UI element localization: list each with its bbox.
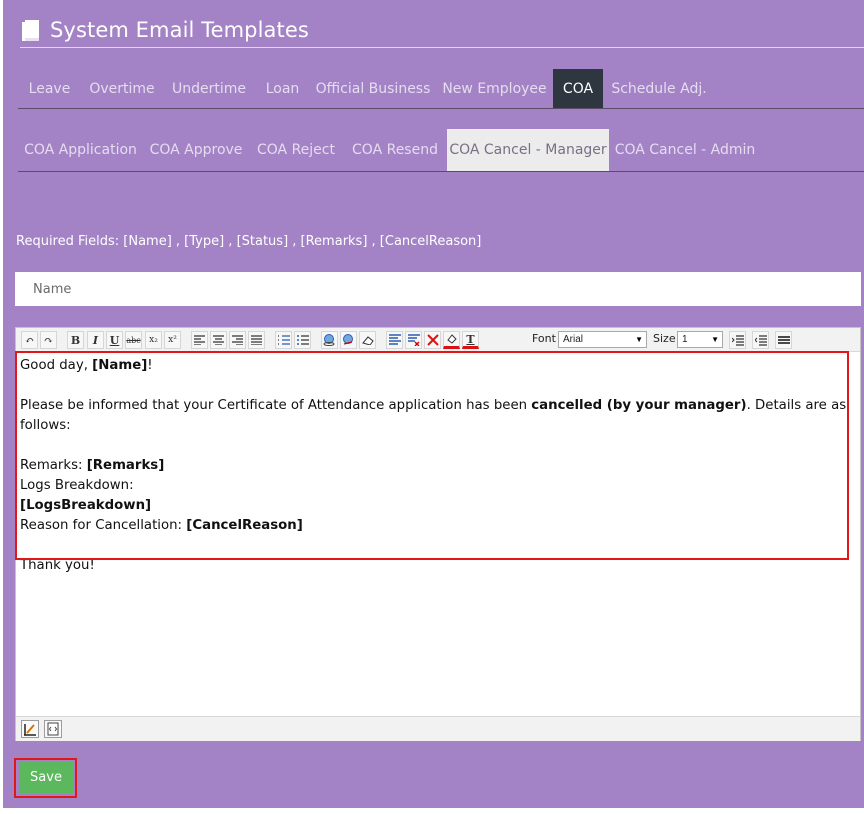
book-icon xyxy=(22,20,39,41)
tab-coa[interactable]: COA xyxy=(553,69,603,108)
highlight-color-icon[interactable] xyxy=(443,331,460,349)
font-select[interactable]: Arial ▼ xyxy=(558,331,647,348)
indent-format-icon[interactable] xyxy=(386,331,403,349)
save-button[interactable]: Save xyxy=(19,761,73,793)
text-color-icon[interactable]: T xyxy=(462,331,479,349)
notice-line: Please be informed that your Certificate… xyxy=(20,398,847,433)
page-title: System Email Templates xyxy=(50,18,309,42)
horizontal-rule-icon[interactable] xyxy=(775,331,792,349)
remarks-placeholder: [Remarks] xyxy=(86,458,165,473)
greeting-line: Good day, [Name]! xyxy=(20,358,153,373)
delete-icon[interactable] xyxy=(424,331,441,349)
cancel-reason-placeholder: [CancelReason] xyxy=(186,518,303,533)
insert-link-icon[interactable] xyxy=(321,331,338,349)
subscript-icon[interactable]: x₂ xyxy=(145,331,162,349)
font-select-value: Arial xyxy=(563,334,584,345)
unordered-list-icon[interactable] xyxy=(294,331,311,349)
tab-coa-application[interactable]: COA Application xyxy=(18,129,143,171)
tab-coa-reject[interactable]: COA Reject xyxy=(249,129,343,171)
tab-leave[interactable]: Leave xyxy=(18,69,81,108)
italic-icon[interactable]: I xyxy=(87,331,104,349)
tab-undertime[interactable]: Undertime xyxy=(163,69,255,108)
rich-text-editor: ↶ ↷ B I U abc x₂ x² T Font Arial ▼ Size … xyxy=(15,327,861,741)
logs-placeholder: [LogsBreakdown] xyxy=(20,498,152,513)
remove-link-icon[interactable] xyxy=(340,331,357,349)
size-select[interactable]: 1 ▼ xyxy=(677,331,723,348)
template-category-tabs: Leave Overtime Undertime Loan Official B… xyxy=(18,69,864,109)
align-center-icon[interactable] xyxy=(210,331,227,349)
cancelled-text: cancelled (by your manager) xyxy=(531,398,747,413)
font-label: Font xyxy=(532,332,556,345)
editor-toolbar: ↶ ↷ B I U abc x₂ x² T Font Arial ▼ Size … xyxy=(16,328,860,352)
subject-field[interactable] xyxy=(15,272,861,306)
closing-line: Thank you! xyxy=(20,558,95,573)
html-mode-icon[interactable] xyxy=(44,720,62,738)
email-body-editor[interactable]: Good day, [Name]! Please be informed tha… xyxy=(16,352,860,714)
clear-format-icon[interactable] xyxy=(405,331,422,349)
superscript-icon[interactable]: x² xyxy=(164,331,181,349)
undo-icon[interactable]: ↶ xyxy=(21,331,38,349)
strikethrough-icon[interactable]: abc xyxy=(125,331,142,349)
redo-icon[interactable]: ↷ xyxy=(40,331,57,349)
ordered-list-icon[interactable] xyxy=(275,331,292,349)
chevron-down-icon: ▼ xyxy=(635,335,643,344)
reason-line: Reason for Cancellation: [CancelReason] xyxy=(20,518,303,533)
indent-icon[interactable] xyxy=(729,331,746,349)
underline-icon[interactable]: U xyxy=(106,331,123,349)
tab-overtime[interactable]: Overtime xyxy=(81,69,163,108)
required-fields-note: Required Fields: [Name] , [Type] , [Stat… xyxy=(16,234,482,249)
tab-schedule-adj[interactable]: Schedule Adj. xyxy=(603,69,715,108)
editor-mode-bar xyxy=(16,716,860,741)
align-left-icon[interactable] xyxy=(191,331,208,349)
size-label: Size xyxy=(653,332,676,345)
page-header: System Email Templates xyxy=(20,16,864,48)
size-select-value: 1 xyxy=(682,334,688,345)
tab-loan[interactable]: Loan xyxy=(255,69,310,108)
bold-icon[interactable]: B xyxy=(67,331,84,349)
tab-coa-cancel-manager[interactable]: COA Cancel - Manager xyxy=(447,129,609,171)
logs-label-line: Logs Breakdown: xyxy=(20,478,134,493)
coa-template-tabs: COA Application COA Approve COA Reject C… xyxy=(18,129,864,172)
outdent-icon[interactable] xyxy=(752,331,769,349)
remarks-line: Remarks: [Remarks] xyxy=(20,458,165,473)
align-justify-icon[interactable] xyxy=(248,331,265,349)
align-right-icon[interactable] xyxy=(229,331,246,349)
logs-line: [LogsBreakdown] xyxy=(20,496,860,516)
tab-coa-approve[interactable]: COA Approve xyxy=(143,129,249,171)
eraser-icon[interactable] xyxy=(359,331,376,349)
design-mode-icon[interactable] xyxy=(21,720,39,738)
chevron-down-icon: ▼ xyxy=(711,335,719,344)
tab-new-employee[interactable]: New Employee xyxy=(436,69,553,108)
name-placeholder: [Name] xyxy=(92,358,148,373)
tab-coa-cancel-admin[interactable]: COA Cancel - Admin xyxy=(609,129,761,171)
tab-coa-resend[interactable]: COA Resend xyxy=(343,129,447,171)
tab-official-business[interactable]: Official Business xyxy=(310,69,436,108)
